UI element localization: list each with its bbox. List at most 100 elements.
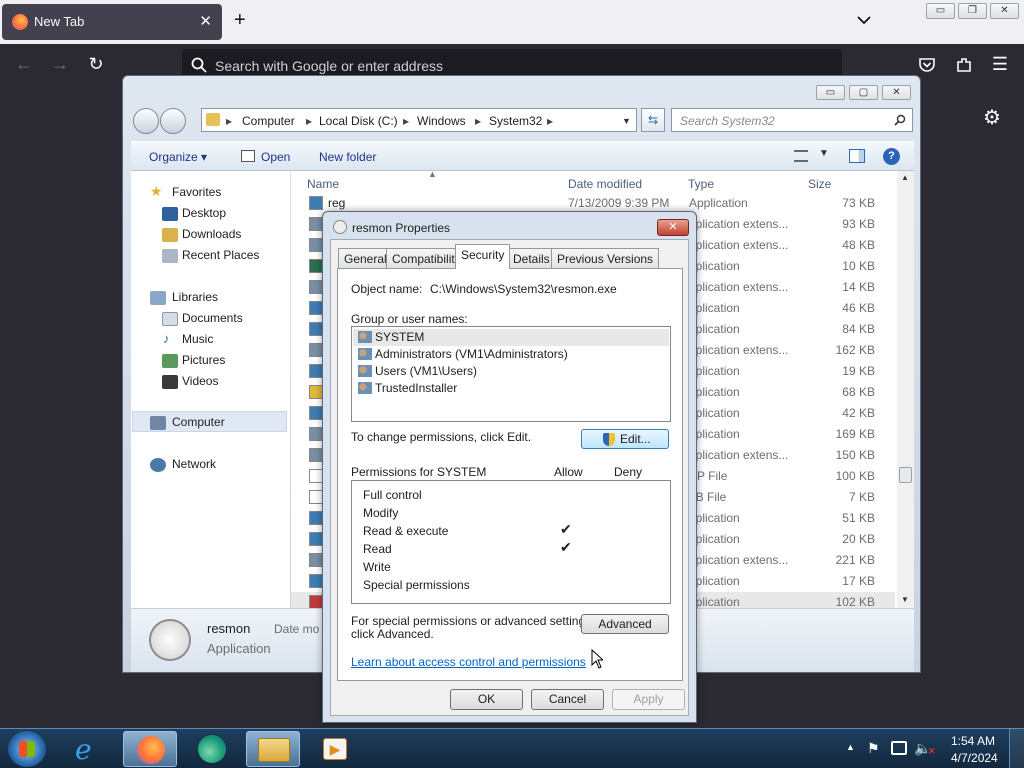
action-center-flag-icon[interactable]: ⚑ [867, 740, 880, 757]
open-icon [241, 150, 255, 162]
nav-pictures[interactable]: Pictures [182, 353, 225, 367]
tab-previous-versions[interactable]: Previous Versions [551, 248, 660, 268]
advanced-button[interactable]: Advanced [581, 614, 669, 634]
nav-libraries[interactable]: Libraries [172, 290, 218, 304]
user-item-administrators[interactable]: Administrators (VM1\Administrators) [375, 347, 568, 361]
user-item-trustedinstaller[interactable]: TrustedInstaller [375, 381, 457, 395]
browser-close-button[interactable]: ✕ [990, 3, 1019, 19]
start-button[interactable] [8, 731, 46, 767]
new-tab-button[interactable]: + [234, 9, 246, 32]
new-folder-button[interactable]: New folder [319, 150, 376, 164]
security-panel: Object name: C:\Windows\System32\resmon.… [337, 268, 683, 681]
user-item-system[interactable]: SYSTEM [375, 330, 424, 344]
breadcrumb-system32[interactable]: System32 [489, 114, 542, 128]
nav-videos[interactable]: Videos [182, 374, 218, 388]
open-button[interactable]: Open [261, 150, 290, 164]
nav-desktop[interactable]: Desktop [182, 206, 226, 220]
gear-icon[interactable]: ⚙ [983, 105, 1001, 130]
forward-button[interactable] [160, 108, 186, 134]
file-size: 169 KB [835, 427, 875, 441]
pocket-icon[interactable] [918, 56, 936, 74]
file-date: 7/13/2009 9:39 PM [568, 196, 670, 210]
folder-icon [206, 113, 220, 126]
edit-button[interactable]: Edit... [581, 429, 669, 449]
file-type: pplication extens... [689, 448, 789, 462]
ok-button[interactable]: OK [450, 689, 523, 710]
address-bar[interactable]: ▸ Computer ▸ Local Disk (C:) ▸ Windows ▸… [201, 108, 637, 132]
file-icon [309, 553, 323, 567]
breadcrumb-local-disk[interactable]: Local Disk (C:) [319, 114, 398, 128]
nav-network[interactable]: Network [172, 457, 216, 471]
back-button[interactable]: ← [14, 54, 34, 75]
breadcrumb-windows[interactable]: Windows [417, 114, 466, 128]
browser-restore-button[interactable]: ❐ [958, 3, 987, 19]
browser-minimize-button[interactable]: ▭ [926, 3, 955, 19]
taskbar-media-player[interactable]: ▶ [309, 731, 363, 767]
user-item-users[interactable]: Users (VM1\Users) [375, 364, 477, 378]
taskbar-explorer[interactable] [246, 731, 300, 767]
taskbar-firefox[interactable] [123, 731, 177, 767]
explorer-maximize-button[interactable]: ▢ [849, 85, 878, 100]
search-icon [191, 57, 207, 73]
details-type: Application [207, 641, 271, 656]
view-options-icon[interactable] [794, 150, 808, 162]
list-all-tabs-button[interactable] [856, 12, 872, 28]
refresh-icon[interactable]: ⇆ [641, 108, 665, 132]
taskbar-edge[interactable] [186, 731, 240, 767]
nav-recent-places[interactable]: Recent Places [182, 248, 259, 262]
nav-computer[interactable]: Computer [172, 415, 225, 429]
nav-favorites[interactable]: Favorites [172, 185, 221, 199]
properties-dialog: resmon Properties ✕ General Compatibilit… [322, 211, 697, 723]
user-group-icon [358, 382, 372, 394]
extensions-icon[interactable] [955, 56, 973, 74]
explorer-close-button[interactable]: ✕ [882, 85, 911, 100]
tab-title: New Tab [34, 14, 85, 29]
nav-music[interactable]: Music [182, 332, 213, 346]
tab-new-tab[interactable]: New Tab ✕ [2, 4, 222, 40]
file-size: 150 KB [835, 448, 875, 462]
network-tray-icon[interactable] [891, 741, 907, 755]
search-input[interactable]: Search System32 [671, 108, 913, 132]
tab-details[interactable]: Details [507, 248, 556, 268]
user-group-icon [358, 365, 372, 377]
dialog-close-button[interactable]: ✕ [657, 219, 689, 236]
tab-general[interactable]: General [338, 248, 393, 268]
tab-security[interactable]: Security [455, 244, 511, 269]
column-size[interactable]: Size [808, 177, 831, 191]
nav-documents[interactable]: Documents [182, 311, 243, 325]
tray-show-hidden-icon[interactable]: ▲ [846, 742, 855, 752]
column-name[interactable]: Name [307, 177, 339, 191]
breadcrumb-computer[interactable]: Computer [242, 114, 295, 128]
help-icon[interactable]: ? [883, 148, 900, 165]
address-dropdown-icon[interactable]: ▼ [622, 116, 631, 126]
learn-more-link[interactable]: Learn about access control and permissio… [351, 655, 586, 669]
app-menu-button[interactable]: ☰ [990, 54, 1010, 75]
file-type: pplication extens... [689, 343, 789, 357]
scroll-down-icon[interactable]: ▼ [901, 595, 909, 604]
cancel-button[interactable]: Cancel [531, 689, 604, 710]
chevron-down-icon[interactable]: ▼ [819, 148, 829, 159]
file-list-scrollbar[interactable]: ▲ ▼ [897, 171, 914, 608]
forward-button[interactable]: → [50, 54, 70, 75]
apply-button[interactable]: Apply [612, 689, 685, 710]
clock-time[interactable]: 1:54 AM [951, 734, 995, 748]
clock-date[interactable]: 4/7/2024 [951, 751, 998, 765]
user-list: SYSTEM Administrators (VM1\Administrator… [351, 326, 671, 422]
column-type[interactable]: Type [688, 177, 714, 191]
preview-pane-icon[interactable] [849, 149, 865, 163]
file-type: pplication extens... [689, 553, 789, 567]
organize-button[interactable]: Organize ▾ [149, 150, 207, 164]
permission-read-execute: Read & execute [363, 524, 449, 538]
back-button[interactable] [133, 108, 159, 134]
dialog-title: resmon Properties [352, 221, 451, 235]
scroll-up-icon[interactable]: ▲ [901, 173, 909, 182]
permission-full-control: Full control [363, 488, 422, 502]
scrollbar-thumb[interactable] [899, 467, 912, 483]
column-date[interactable]: Date modified [568, 177, 642, 191]
tab-close-button[interactable]: ✕ [199, 12, 212, 30]
explorer-minimize-button[interactable]: ▭ [816, 85, 845, 100]
reload-button[interactable]: ↻ [86, 54, 106, 75]
show-desktop-button[interactable] [1009, 729, 1024, 768]
nav-downloads[interactable]: Downloads [182, 227, 241, 241]
taskbar-internet-explorer[interactable]: e [63, 731, 117, 767]
